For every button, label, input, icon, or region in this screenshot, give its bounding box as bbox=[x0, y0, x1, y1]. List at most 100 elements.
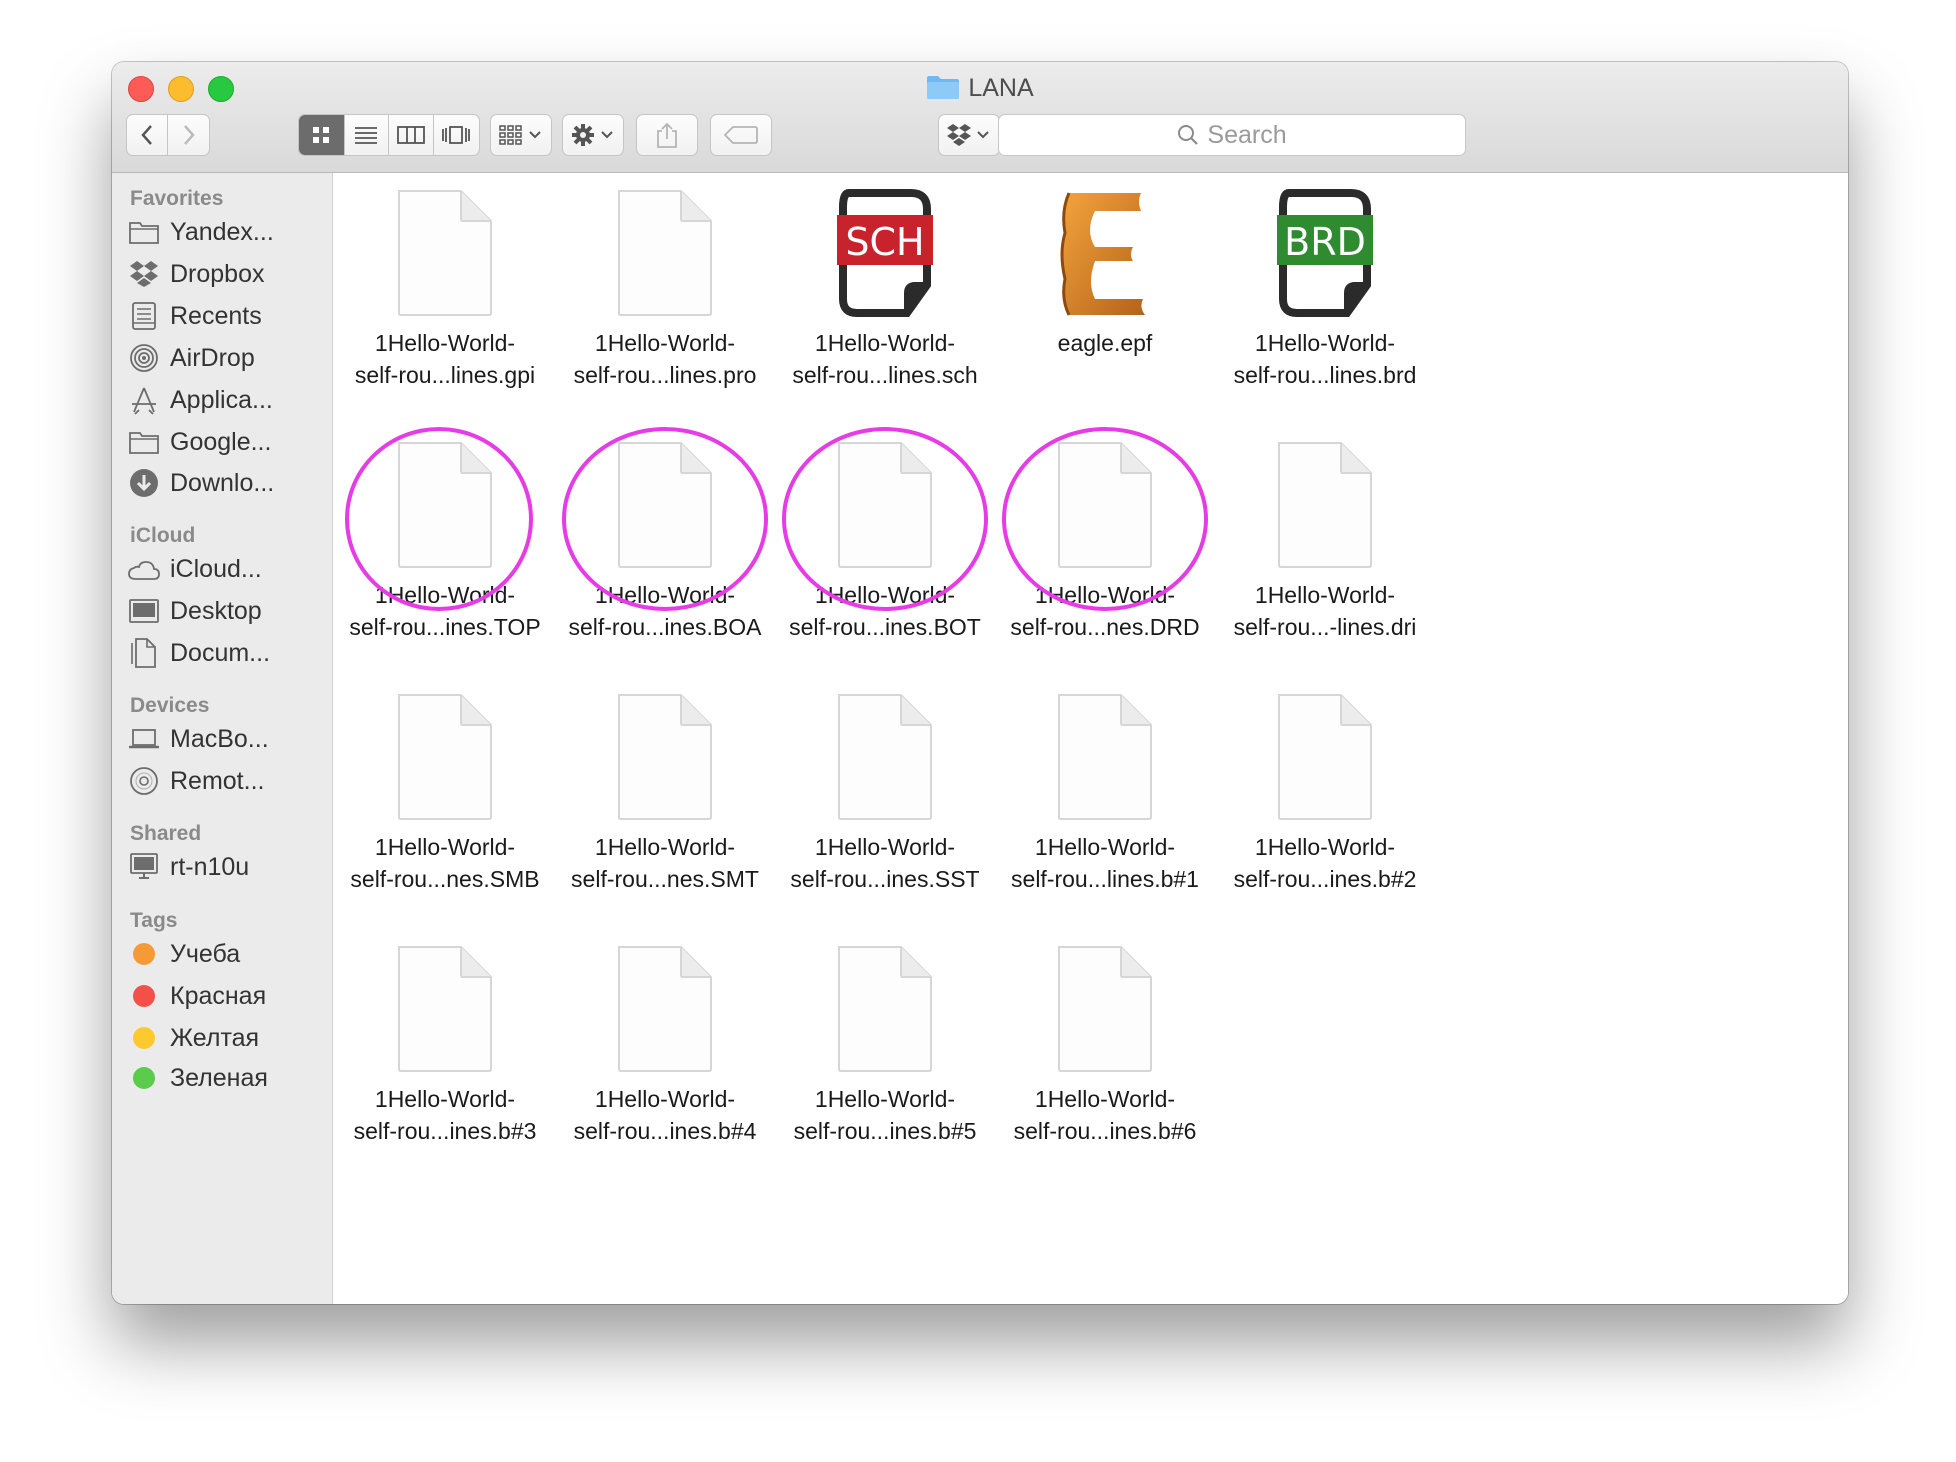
file-item[interactable]: 1Hello-World- self-rou...ines.TOP bbox=[335, 441, 555, 643]
sidebar-item-label: AirDrop bbox=[170, 343, 255, 372]
monitor-icon bbox=[128, 851, 160, 883]
file-item[interactable]: 1Hello-World- self-rou...ines.SST bbox=[775, 693, 995, 895]
grid-icon bbox=[313, 127, 330, 143]
file-name: 1Hello-World- self-rou...ines.b#5 bbox=[793, 1086, 977, 1144]
share-button[interactable] bbox=[636, 114, 698, 156]
sidebar-item-remote-disc[interactable]: Remot... bbox=[128, 761, 264, 801]
file-item[interactable]: eagle.epf bbox=[995, 189, 1215, 359]
column-view-button[interactable] bbox=[389, 115, 434, 155]
file-item[interactable]: 1Hello-World- self-rou...ines.b#3 bbox=[335, 945, 555, 1147]
sidebar-item-macbook[interactable]: MacBo... bbox=[128, 719, 269, 759]
sidebar-tag-krasnaya[interactable]: Красная bbox=[128, 976, 266, 1016]
devices-heading: Devices bbox=[130, 694, 210, 717]
file-item[interactable]: 1Hello-World- self-rou...nes.SMT bbox=[555, 693, 775, 895]
file-name: 1Hello-World- self-rou...nes.SMT bbox=[571, 834, 759, 892]
airdrop-icon bbox=[128, 342, 160, 374]
file-name: 1Hello-World- self-rou...nes.DRD bbox=[1010, 582, 1200, 640]
cloud-icon bbox=[128, 553, 160, 585]
folder-icon bbox=[128, 216, 160, 248]
sidebar-item-label: Remot... bbox=[170, 766, 265, 795]
downloads-icon bbox=[128, 467, 160, 499]
icon-view-button[interactable] bbox=[299, 115, 345, 155]
action-button[interactable] bbox=[562, 114, 624, 156]
gear-icon bbox=[572, 124, 613, 146]
list-view-button[interactable] bbox=[345, 115, 390, 155]
file-name: 1Hello-World- self-rou...ines.BOA bbox=[568, 582, 762, 640]
sch-file-icon: SCH bbox=[775, 189, 995, 319]
sidebar-item-rt-n10u[interactable]: rt-n10u bbox=[128, 847, 249, 887]
svg-text:SCH: SCH bbox=[845, 220, 924, 264]
sidebar-item-label: Учеба bbox=[170, 939, 241, 968]
sidebar-item-icloud-drive[interactable]: iCloud... bbox=[128, 549, 262, 589]
back-button[interactable] bbox=[127, 115, 169, 155]
sidebar-tag-ucheba[interactable]: Учеба bbox=[128, 934, 240, 974]
file-name: 1Hello-World- self-rou...lines.brd bbox=[1233, 330, 1417, 388]
finder-window: LANA Search Favorites Yandex... Dropbox … bbox=[112, 62, 1848, 1304]
file-item[interactable]: 1Hello-World- self-rou...ines.b#4 bbox=[555, 945, 775, 1147]
sidebar-item-recents[interactable]: Recents bbox=[128, 296, 262, 336]
documents-icon bbox=[128, 637, 160, 669]
recents-icon bbox=[128, 300, 160, 332]
sidebar-item-label: Dropbox bbox=[170, 259, 265, 288]
blank-document-icon bbox=[775, 945, 995, 1075]
share-icon bbox=[657, 122, 677, 148]
sidebar: Favorites Yandex... Dropbox Recents AirD… bbox=[112, 173, 333, 1304]
file-item[interactable]: SCH 1Hello-World- self-rou...lines.sch bbox=[775, 189, 995, 391]
dropbox-button[interactable] bbox=[938, 114, 1000, 156]
search-icon bbox=[1178, 125, 1199, 145]
sidebar-tag-zheltaya[interactable]: Желтая bbox=[128, 1018, 259, 1058]
arrange-grid-icon bbox=[499, 125, 541, 145]
edit-tags-button[interactable] bbox=[710, 114, 772, 156]
file-item[interactable]: 1Hello-World- self-rou...ines.b#2 bbox=[1215, 693, 1435, 895]
sidebar-item-google[interactable]: Google... bbox=[128, 422, 271, 462]
file-item[interactable]: 1Hello-World- self-rou...lines.gpi bbox=[335, 189, 555, 391]
file-name: 1Hello-World- self-rou...lines.b#1 bbox=[1011, 834, 1199, 892]
icloud-heading: iCloud bbox=[130, 524, 196, 547]
file-name: 1Hello-World- self-rou...ines.SST bbox=[790, 834, 980, 892]
blank-document-icon bbox=[1215, 693, 1435, 823]
file-name: 1Hello-World- self-rou...ines.b#3 bbox=[353, 1086, 537, 1144]
blank-document-icon bbox=[555, 693, 775, 823]
sidebar-item-airdrop[interactable]: AirDrop bbox=[128, 338, 255, 378]
brd-file-icon: BRD bbox=[1215, 189, 1435, 319]
sidebar-item-desktop[interactable]: Desktop bbox=[128, 591, 262, 631]
file-item[interactable]: 1Hello-World- self-rou...nes.SMB bbox=[335, 693, 555, 895]
file-name: 1Hello-World- self-rou...lines.gpi bbox=[354, 330, 536, 388]
forward-button[interactable] bbox=[168, 115, 209, 155]
sidebar-item-dropbox[interactable]: Dropbox bbox=[128, 254, 265, 294]
view-mode-control bbox=[298, 114, 480, 156]
file-item[interactable]: 1Hello-World- self-rou...nes.DRD bbox=[995, 441, 1215, 643]
tag-icon bbox=[724, 126, 758, 144]
sidebar-item-documents[interactable]: Docum... bbox=[128, 633, 270, 673]
desktop-icon bbox=[128, 595, 160, 627]
chevron-right-icon bbox=[183, 125, 195, 145]
arrange-button[interactable] bbox=[490, 114, 552, 156]
file-item[interactable]: 1Hello-World- self-rou...lines.pro bbox=[555, 189, 775, 391]
file-item[interactable]: 1Hello-World- self-rou...lines.b#1 bbox=[995, 693, 1215, 895]
folder-icon bbox=[927, 76, 960, 99]
sidebar-item-downloads[interactable]: Downlo... bbox=[128, 463, 274, 503]
file-item[interactable]: 1Hello-World- self-rou...ines.BOA bbox=[555, 441, 775, 643]
sidebar-item-yandex[interactable]: Yandex... bbox=[128, 212, 274, 252]
file-item[interactable]: 1Hello-World- self-rou...ines.b#5 bbox=[775, 945, 995, 1147]
sidebar-item-applications[interactable]: Applica... bbox=[128, 380, 273, 420]
file-name: 1Hello-World- self-rou...lines.pro bbox=[573, 330, 757, 388]
blank-document-icon bbox=[995, 441, 1215, 571]
cover-flow-view-button[interactable] bbox=[434, 115, 479, 155]
sidebar-tag-zelenaya[interactable]: Зеленая bbox=[128, 1058, 268, 1098]
sidebar-item-label: Applica... bbox=[170, 385, 273, 414]
file-item[interactable]: BRD 1Hello-World- self-rou...lines.brd bbox=[1215, 189, 1435, 391]
sidebar-item-label: Google... bbox=[170, 427, 272, 456]
file-name: 1Hello-World- self-rou...ines.TOP bbox=[349, 582, 541, 640]
folder-icon bbox=[128, 426, 160, 458]
file-item[interactable]: 1Hello-World- self-rou...-lines.dri bbox=[1215, 441, 1435, 643]
file-name: 1Hello-World- self-rou...ines.b#4 bbox=[573, 1086, 757, 1144]
eagle-app-icon bbox=[995, 189, 1215, 319]
file-item[interactable]: 1Hello-World- self-rou...ines.BOT bbox=[775, 441, 995, 643]
search-field[interactable]: Search bbox=[998, 114, 1466, 156]
sidebar-item-label: Recents bbox=[170, 301, 262, 330]
file-name: 1Hello-World- self-rou...-lines.dri bbox=[1233, 582, 1417, 640]
sidebar-item-label: Зеленая bbox=[170, 1063, 268, 1092]
svg-text:BRD: BRD bbox=[1284, 220, 1366, 264]
file-item[interactable]: 1Hello-World- self-rou...ines.b#6 bbox=[995, 945, 1215, 1147]
